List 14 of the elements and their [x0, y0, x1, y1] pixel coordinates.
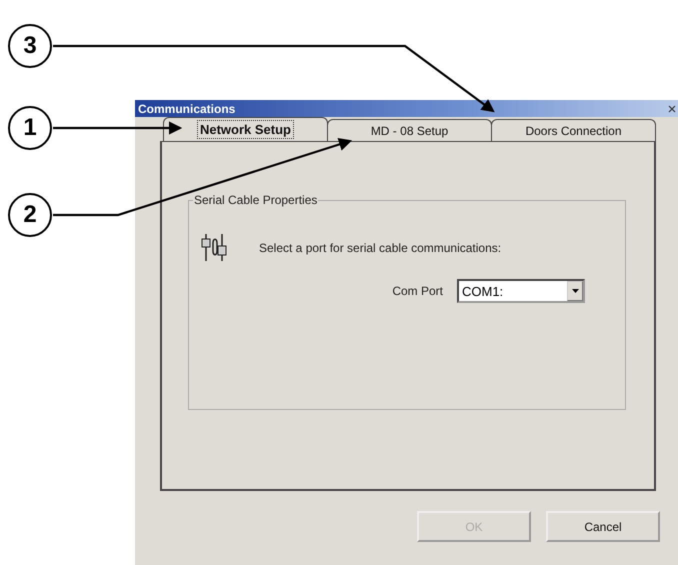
callout-number: 2: [8, 193, 52, 237]
group-title: Serial Cable Properties: [193, 193, 318, 207]
prompt-text: Select a port for serial cable communications:: [259, 241, 502, 255]
cable-icon: [201, 233, 227, 263]
window-title: Communications: [138, 102, 236, 116]
com-port-dropdown[interactable]: COM1:: [457, 279, 585, 303]
callout-number: 1: [8, 106, 52, 150]
dropdown-arrow-icon: [572, 289, 578, 293]
callout-number: 3: [8, 24, 52, 68]
dialog-button[interactable]: Cancel: [546, 511, 660, 542]
com-port-label: Com Port: [392, 284, 443, 298]
tab[interactable]: Doors Connection: [491, 119, 656, 141]
close-icon[interactable]: [668, 104, 676, 112]
tab[interactable]: Network Setup: [163, 117, 328, 141]
